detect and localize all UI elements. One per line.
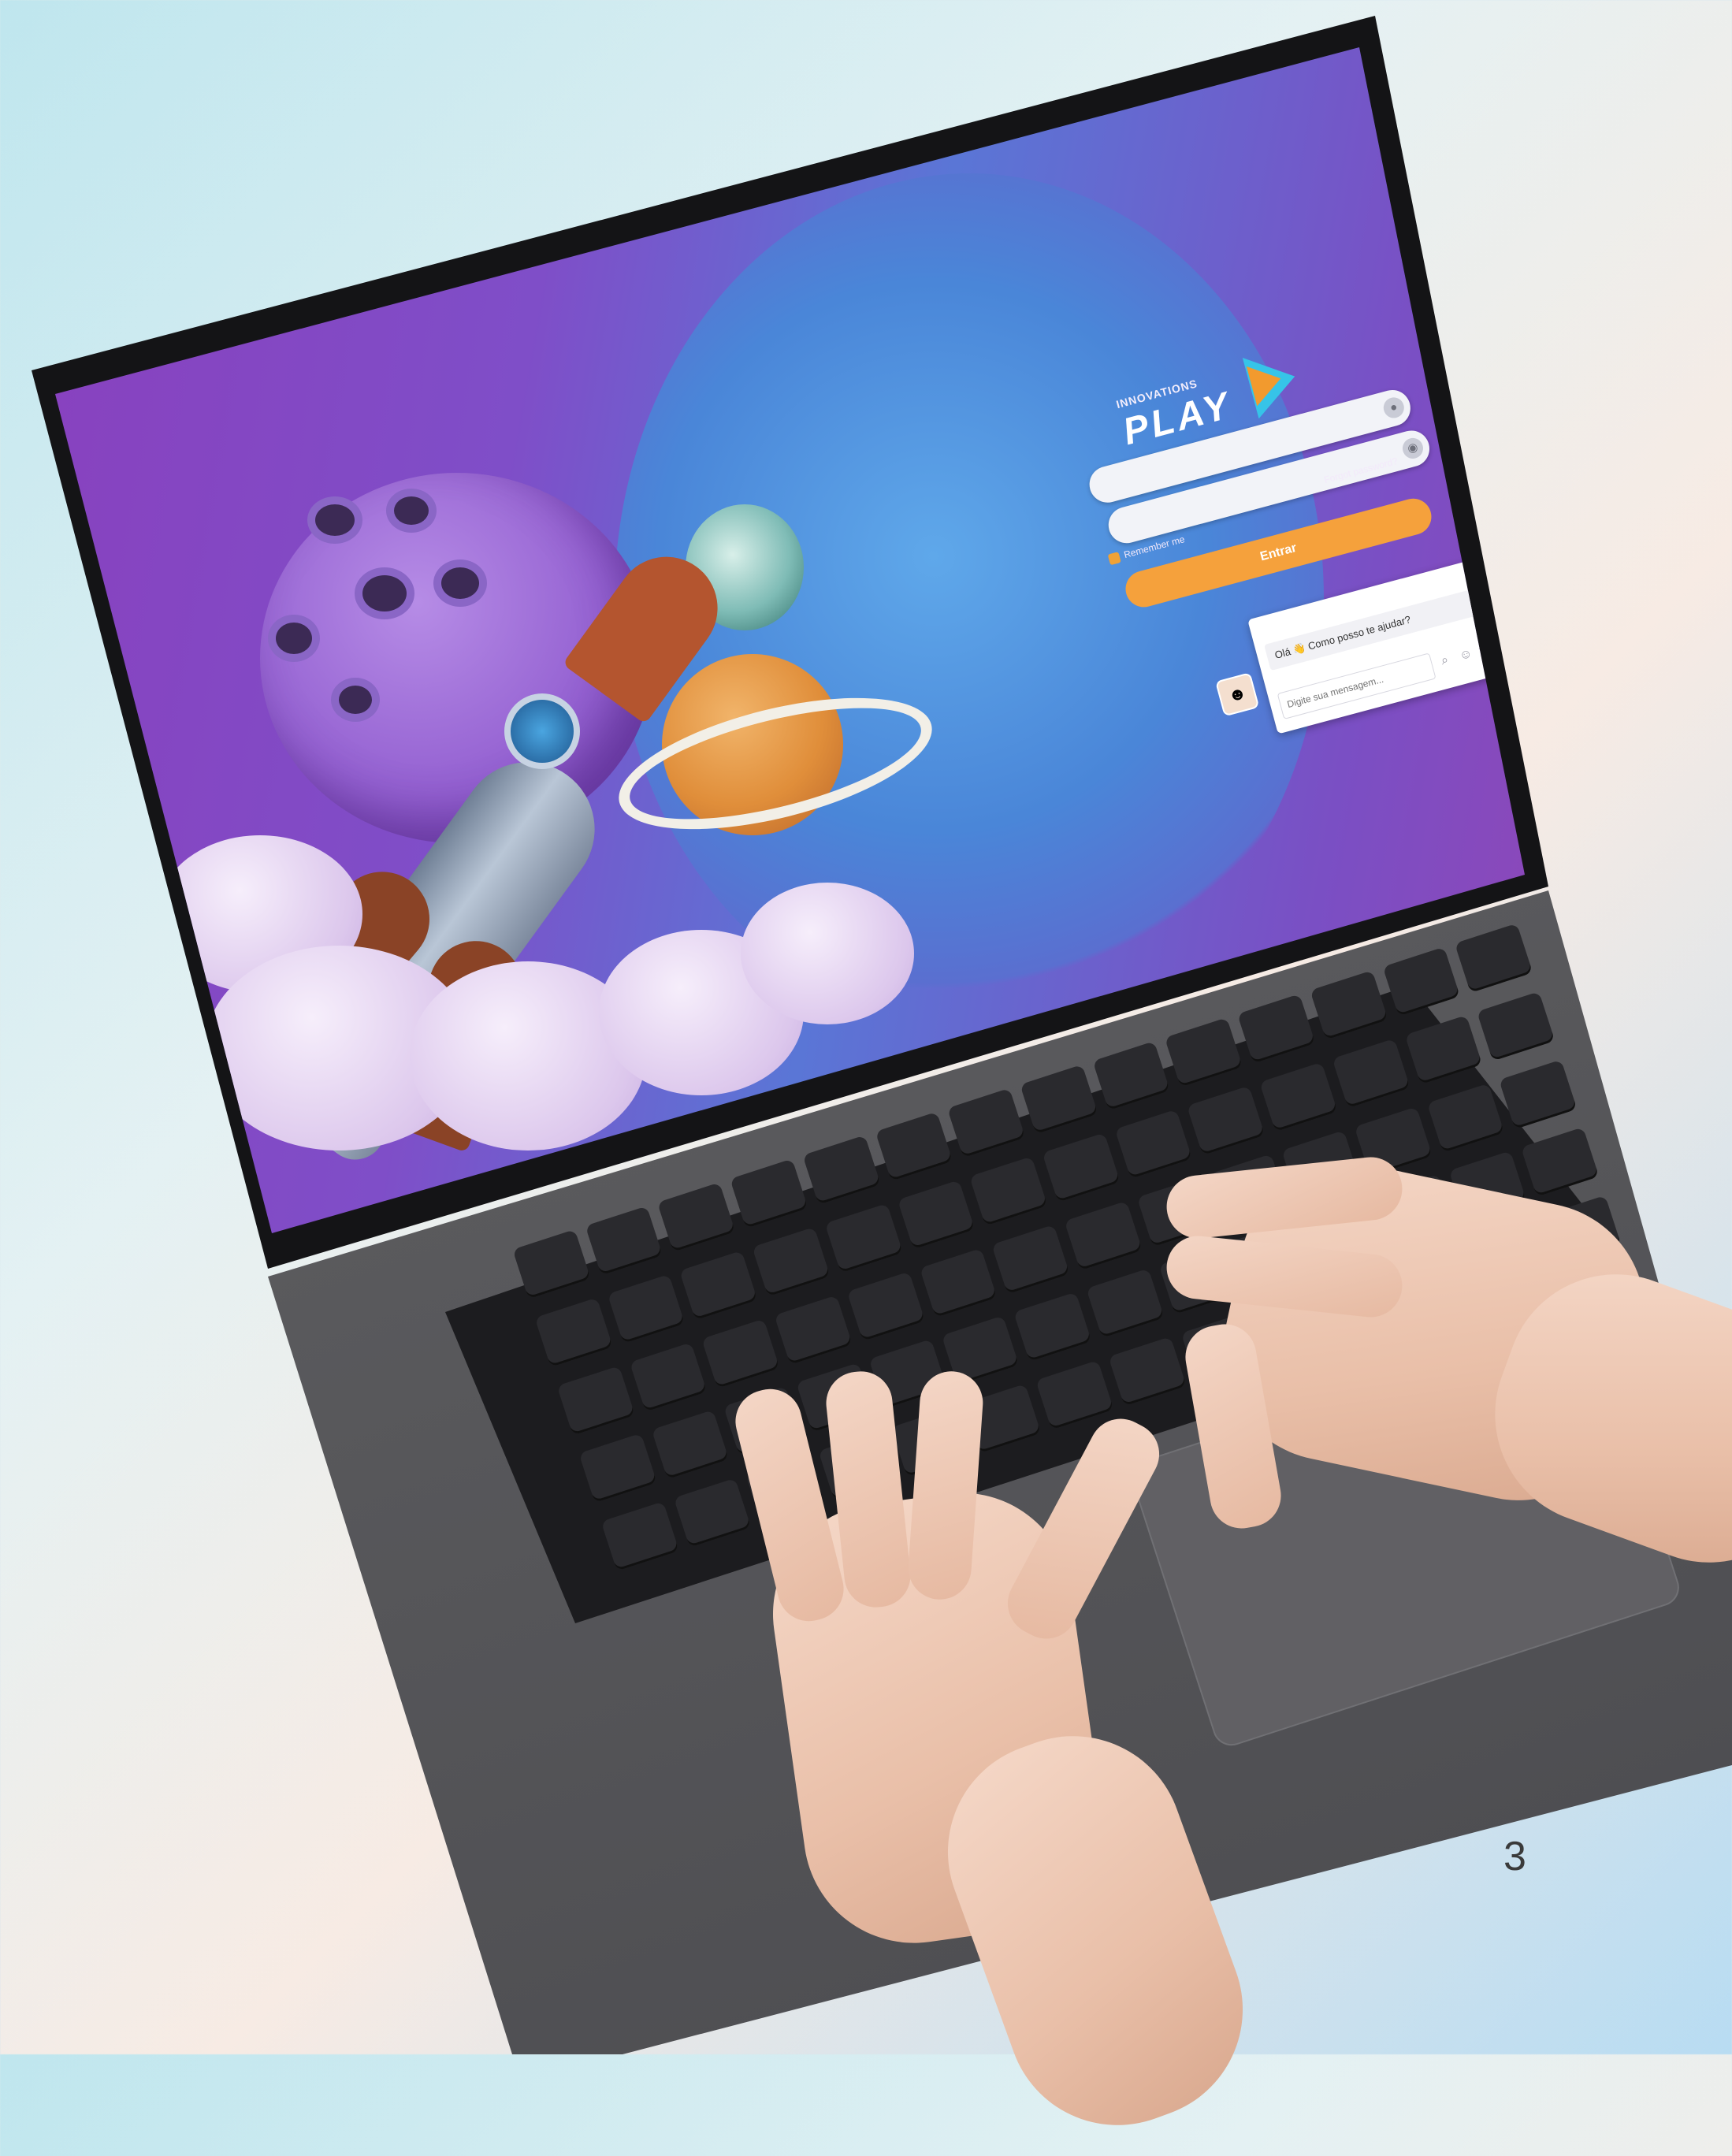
keyboard-key	[969, 1156, 1048, 1226]
keyboard-key	[512, 1229, 591, 1299]
page-number: 3	[1503, 1834, 1526, 1879]
attach-icon[interactable]: ⌕	[1440, 653, 1450, 669]
keyboard-key	[534, 1297, 613, 1367]
keyboard-key	[1042, 1132, 1121, 1203]
keyboard-key	[1187, 1085, 1266, 1155]
keyboard-key	[556, 1365, 635, 1436]
keyboard-key	[1521, 1127, 1600, 1197]
rocket-window	[504, 693, 580, 769]
keyboard-key	[629, 1341, 708, 1412]
keyboard-key	[673, 1478, 752, 1548]
keyboard-key	[578, 1433, 657, 1504]
keyboard-key	[1165, 1017, 1243, 1087]
moon-crater	[307, 496, 362, 544]
keyboard-key	[1108, 1336, 1187, 1407]
keyboard-key	[897, 1180, 976, 1250]
keyboard-key	[752, 1226, 831, 1297]
keyboard-key	[1499, 1059, 1578, 1129]
laptop-scene: INNOVATIONS PLAY ● ◉ Remember me Forgot …	[0, 0, 1732, 2156]
keyboard-key	[1114, 1109, 1193, 1179]
keyboard-key	[701, 1318, 780, 1388]
keyboard-key	[991, 1224, 1070, 1294]
keyboard-key	[1013, 1292, 1092, 1362]
keyboard-key	[1237, 994, 1316, 1064]
keyboard-key	[585, 1206, 663, 1276]
keyboard-key	[919, 1247, 998, 1318]
keyboard-key	[1259, 1061, 1338, 1132]
moon-crater	[331, 678, 380, 722]
keyboard-key	[730, 1158, 808, 1229]
keyboard-key	[1020, 1064, 1098, 1135]
keyboard-key	[846, 1271, 925, 1341]
keyboard-key	[824, 1203, 903, 1273]
keyboard-key	[774, 1295, 853, 1365]
keyboard-key	[875, 1111, 953, 1182]
moon-crater	[355, 567, 414, 619]
notification-badge	[1533, 661, 1550, 678]
keyboard-key	[1477, 991, 1555, 1061]
emoji-icon[interactable]: ☺	[1458, 647, 1474, 664]
moon-crater	[268, 615, 320, 662]
checkbox-icon	[1107, 551, 1121, 566]
keyboard-key	[1404, 1014, 1483, 1085]
keyboard-key	[657, 1182, 736, 1252]
keyboard-key	[1426, 1083, 1505, 1153]
keyboard-key	[607, 1273, 686, 1344]
chat-message-input[interactable]	[1277, 652, 1437, 719]
keyboard-key	[1332, 1038, 1411, 1109]
cloud	[741, 883, 914, 1024]
keyboard-key	[947, 1087, 1026, 1158]
keyboard-key	[1092, 1041, 1171, 1111]
keyboard-key	[1035, 1360, 1114, 1430]
keyboard-key	[600, 1501, 679, 1571]
keyboard-key	[802, 1135, 881, 1205]
keyboard-key	[1064, 1200, 1143, 1270]
agent-avatar: ☻	[1215, 672, 1260, 717]
keyboard-key	[1455, 923, 1533, 993]
keyboard-key	[1086, 1268, 1165, 1339]
moon-crater	[386, 489, 437, 533]
keyboard-key	[679, 1250, 758, 1321]
keyboard-key	[651, 1410, 730, 1480]
moon-crater	[433, 559, 487, 607]
keyboard-key	[1310, 970, 1388, 1040]
keyboard-key	[1382, 946, 1461, 1017]
